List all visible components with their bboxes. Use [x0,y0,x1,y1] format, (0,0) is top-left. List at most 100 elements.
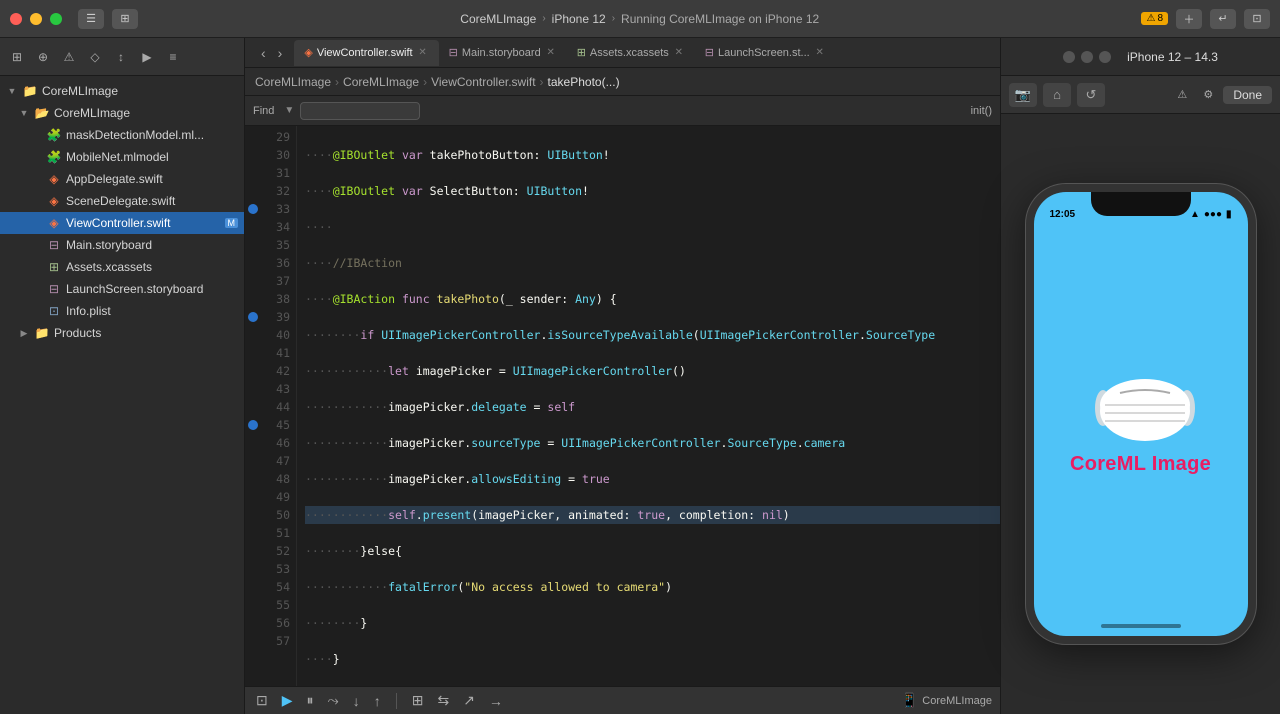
code-line-38: ············imagePicker.allowsEditing = … [305,470,1000,488]
view-debug-button[interactable]: ⊞ [409,692,427,709]
find-label: Find [253,105,274,117]
sidebar-toggle-button[interactable]: ☰ [78,9,104,29]
breadcrumb-func[interactable]: takePhoto(...) [548,75,620,89]
find-input[interactable] [300,102,420,120]
iphone-mockup-container: 12:05 ▲ ●●● ▮ [1001,114,1280,714]
sidebar-item-launchscreen[interactable]: ⊟ LaunchScreen.storyboard [0,278,244,300]
plist-icon: ⊡ [46,303,62,319]
tab-viewcontroller[interactable]: ◈ ViewController.swift ✕ [294,40,438,66]
warning-badge[interactable]: ⚠ 8 [1141,12,1168,25]
pause-button[interactable]: ⏸ [304,692,317,709]
rotate-button[interactable]: ↺ [1077,83,1105,107]
tab-close-launchscreen[interactable]: ✕ [814,47,826,59]
sidebar-item-mainstoryboard-label: Main.storyboard [66,238,152,252]
add-button[interactable]: ＋ [1176,9,1202,29]
run-debug-button[interactable]: ▶ [279,692,296,709]
storyboard-icon: ⊟ [46,237,62,253]
sidebar-item-infoplist-label: Info.plist [66,304,111,318]
code-line-29: ····@IBOutlet var takePhotoButton: UIBut… [305,146,1000,164]
tab-close-mainstoryboard[interactable]: ✕ [545,47,557,59]
signal-icon: ●●● [1204,209,1222,220]
spacer [30,129,42,141]
step-out-button[interactable]: ↑ [371,693,384,709]
editor-area: ‹ › ◈ ViewController.swift ✕ ⊟ Main.stor… [245,38,1000,714]
sidebar-item-appdelegate-label: AppDelegate.swift [66,172,163,186]
done-button[interactable]: Done [1223,86,1272,104]
minimize-button[interactable] [30,13,42,25]
nav-forward-button[interactable]: › [274,43,287,63]
home-button[interactable]: ⌂ [1043,83,1071,107]
tab-launchscreen-icon: ⊟ [705,46,714,59]
share-button[interactable]: ↗ [460,692,478,709]
breakpoint-33[interactable] [248,204,258,214]
swift-icon-2: ◈ [46,193,62,209]
breakpoints-gutter [245,126,261,686]
sidebar-item-coremlimage-group[interactable]: ▼ 📂 CoreMLImage [0,102,244,124]
status-right-icons: ▲ ●●● ▮ [1190,209,1232,220]
preview-toolbar: 📷 ⌂ ↺ ⚠ ⚙ Done [1001,76,1280,114]
breakpoint-39[interactable] [248,312,258,322]
code-lines[interactable]: ····@IBOutlet var takePhotoButton: UIBut… [297,126,1000,686]
simulate-button[interactable]: ⇆ [434,692,452,709]
tab-close-assets[interactable]: ✕ [673,47,685,59]
tab-mainstoryboard[interactable]: ⊟ Main.storyboard ✕ [439,40,567,66]
sidebar-item-assets-label: Assets.xcassets [66,260,152,274]
preview-warning-icon[interactable]: ⚠ [1171,84,1193,106]
step-into-button[interactable]: ↓ [350,693,363,709]
sidebar-item-viewcontroller[interactable]: ◈ ViewController.swift M [0,212,244,234]
code-area[interactable]: 2930313233 3435363738 3940414243 4445464… [245,126,1000,686]
tab-assets[interactable]: ⊞ Assets.xcassets ✕ [567,40,695,66]
sidebar: ⊞ ⊕ ⚠ ◇ ↕ ▶ ≡ ▼ 📁 CoreMLImage ▼ 📂 CoreML… [0,38,245,714]
spacer7 [30,261,42,273]
layout-toggle-button[interactable]: ⊡ [1244,9,1270,29]
sidebar-item-products-label: Products [54,326,101,340]
sidebar-item-scenedelegate[interactable]: ◈ SceneDelegate.swift [0,190,244,212]
sidebar-item-mainstoryboard[interactable]: ⊟ Main.storyboard [0,234,244,256]
preview-right-controls: ⚠ ⚙ Done [1171,84,1272,106]
divider [396,693,397,709]
sidebar-find-icon[interactable]: ⊕ [32,46,54,68]
navigator-toggle-button[interactable]: ⊞ [112,9,138,29]
sidebar-vcs-icon[interactable]: ↕ [110,46,132,68]
sidebar-warning-icon[interactable]: ⚠ [58,46,80,68]
preview-settings-icon[interactable]: ⚙ [1197,84,1219,106]
maximize-button[interactable] [50,13,62,25]
sidebar-nav-icon[interactable]: ⊞ [6,46,28,68]
breadcrumb-project[interactable]: CoreMLImage [255,75,331,89]
titlebar-device[interactable]: iPhone 12 [552,12,606,26]
code-line-33: ····@IBAction func takePhoto(_ sender: A… [305,290,1000,308]
breadcrumb-group[interactable]: CoreMLImage [343,75,419,89]
tab-launchscreen[interactable]: ⊟ LaunchScreen.st... ✕ [695,40,836,66]
toggle-debug-button[interactable]: ⊡ [253,692,271,709]
preview-tl-3 [1099,51,1111,63]
preview-panel: iPhone 12 – 14.3 📷 ⌂ ↺ ⚠ ⚙ Done 12:05 [1000,38,1280,714]
spacer2 [30,151,42,163]
nav-back-button[interactable]: ‹ [257,43,270,63]
sidebar-item-infoplist[interactable]: ⊡ Info.plist [0,300,244,322]
sidebar-item-assets[interactable]: ⊞ Assets.xcassets [0,256,244,278]
arrow-button[interactable]: → [486,693,506,709]
close-button[interactable] [10,13,22,25]
step-over-button[interactable]: ⤳ [325,692,342,709]
titlebar-project[interactable]: CoreMLImage [460,12,536,26]
sidebar-item-appdelegate[interactable]: ◈ AppDelegate.swift [0,168,244,190]
code-line-36: ············imagePicker.delegate = self [305,398,1000,416]
sidebar-report-icon[interactable]: ≡ [162,46,184,68]
sidebar-item-products[interactable]: ▶ 📁 Products [0,322,244,344]
find-dropdown-icon[interactable]: ▼ [284,105,294,116]
return-button[interactable]: ↵ [1210,9,1236,29]
sidebar-debug-icon[interactable]: ▶ [136,46,158,68]
sidebar-item-mobilenet[interactable]: 🧩 MobileNet.mlmodel [0,146,244,168]
sidebar-test-icon[interactable]: ◇ [84,46,106,68]
breakpoint-45[interactable] [248,420,258,430]
tab-close-viewcontroller[interactable]: ✕ [417,47,429,59]
code-line-39: ············self.present(imagePicker, an… [305,506,1000,524]
sidebar-item-maskdetection[interactable]: 🧩 maskDetectionModel.ml... [0,124,244,146]
swift-icon-3: ◈ [46,215,62,231]
tab-viewcontroller-label: ViewController.swift [317,47,413,59]
breadcrumb-file[interactable]: ViewController.swift [431,75,535,89]
sidebar-item-coremlimage-root[interactable]: ▼ 📁 CoreMLImage [0,80,244,102]
sidebar-item-viewcontroller-label: ViewController.swift [66,216,170,230]
screenshot-button[interactable]: 📷 [1009,83,1037,107]
iphone-frame: 12:05 ▲ ●●● ▮ [1026,184,1256,644]
